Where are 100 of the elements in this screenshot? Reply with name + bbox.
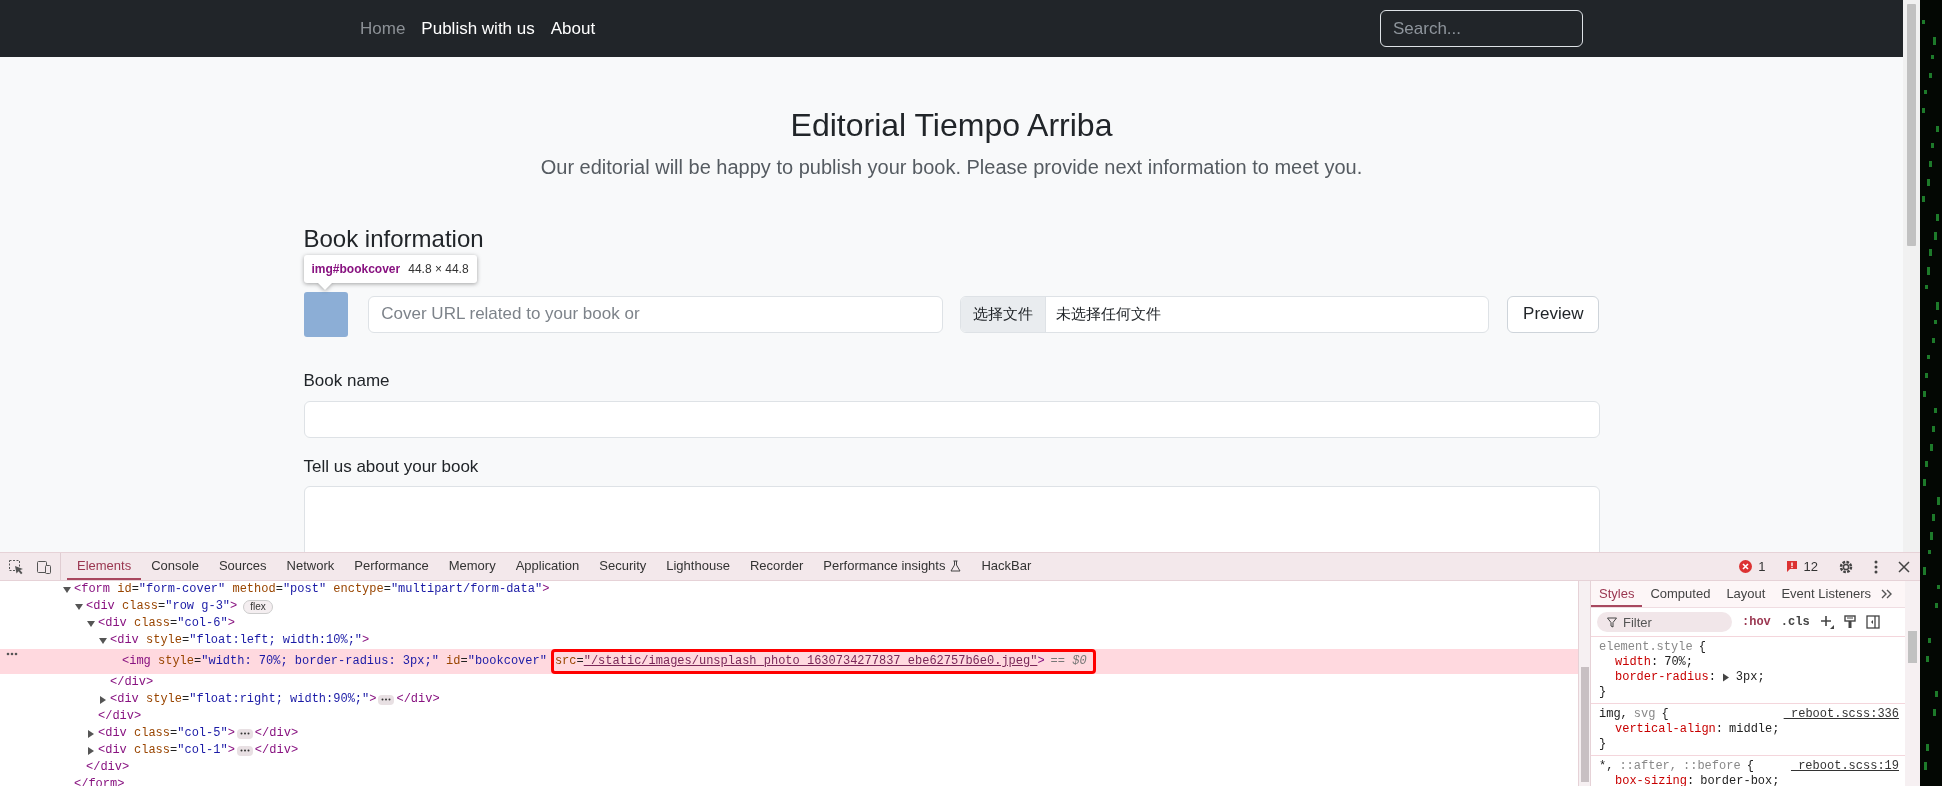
new-rule-icon[interactable] <box>1819 615 1834 629</box>
devtools-tab[interactable]: Sources <box>208 553 277 580</box>
css-property[interactable]: border-radius: <box>1615 670 1716 685</box>
nav-link[interactable]: Publish with us <box>413 10 543 47</box>
ellipsis-icon <box>239 749 250 752</box>
styles-scrollbar[interactable] <box>1905 581 1920 786</box>
dom-tree-row[interactable]: <div class="col-1"> </div> <box>0 742 1578 759</box>
devtools-tab[interactable]: Performance insights <box>813 553 972 580</box>
error-count[interactable]: 1 <box>1758 559 1766 574</box>
code-line: <div class="col-1"> <box>98 742 235 759</box>
code-line: <div class="col-5"> <box>98 725 235 742</box>
disclosure-triangle-icon[interactable] <box>98 694 108 705</box>
devtools-tab[interactable]: Network <box>276 553 345 580</box>
more-tabs-icon[interactable] <box>1881 589 1894 599</box>
error-icon[interactable] <box>1739 560 1753 573</box>
css-property[interactable]: box-sizing: <box>1615 774 1695 786</box>
close-icon[interactable] <box>1898 560 1910 573</box>
field-label: Book name <box>303 369 391 392</box>
page-title: Editorial Tiempo Arriba <box>789 106 1114 144</box>
css-selector: { <box>1661 707 1669 722</box>
css-selector: ::after, <box>1619 759 1677 774</box>
styles-tab[interactable]: Layout <box>1718 581 1774 607</box>
css-value[interactable]: 70%; <box>1664 655 1694 670</box>
code-line: <div class="row g-3"> <box>86 598 238 615</box>
code-line: <form id="form-cover" method="post" enctype="multipart/form-data"> <box>74 581 550 598</box>
dom-tree-row[interactable]: <div style="float:right; width:90%;"> </div> <box>0 691 1578 708</box>
search-field[interactable]: Search... <box>1380 10 1583 47</box>
css-property[interactable]: width: <box>1615 655 1659 670</box>
css-value[interactable]: 3px; <box>1735 670 1765 685</box>
page-scrollbar[interactable] <box>1903 0 1920 552</box>
message-icon[interactable] <box>1785 560 1798 573</box>
dom-tree-row[interactable]: <img style="width: 70%; border-radius: 3px;" id="bookcover" src="/static/images/unsplash_photo_1630734277837_ebe62757b6e0.jpeg"> == $0 <box>0 649 1578 674</box>
flex-badge[interactable]: flex <box>243 599 273 614</box>
style-toggle[interactable]: .cls <box>1780 615 1810 629</box>
dom-tree-row[interactable]: <div class="col-6"> <box>0 615 1578 632</box>
css-selector: *, <box>1599 759 1614 774</box>
devtools-tab[interactable]: Application <box>505 553 590 580</box>
disclosure-triangle-icon[interactable] <box>74 601 84 612</box>
photo-placeholder <box>303 292 349 337</box>
code-line: </div> <box>110 674 154 691</box>
src-attribute-link[interactable]: src="/static/images/unsplash_photo_1630734277837_ebe62757b6e0.jpeg"> <box>554 653 1045 670</box>
device-toolbar-icon[interactable] <box>36 558 52 575</box>
more-options-icon[interactable] <box>1874 559 1878 574</box>
preview-button[interactable]: Preview <box>1507 295 1600 333</box>
nav-link[interactable]: About <box>542 10 604 47</box>
console-reference: == $0 <box>1050 653 1087 670</box>
code-line: </div> <box>396 691 440 708</box>
text-field[interactable] <box>303 400 1600 438</box>
css-value[interactable]: middle; <box>1729 722 1780 737</box>
dom-tree-row[interactable]: <div class="col-5"> </div> <box>0 725 1578 742</box>
element-size: 44.8 × 44.8 <box>408 261 469 277</box>
devtools-tab[interactable]: Performance <box>344 553 439 580</box>
rule-closing-brace: } <box>1599 685 1608 700</box>
devtools-tab[interactable]: Console <box>141 553 209 580</box>
cover-url-field[interactable]: Cover URL related to your book or <box>368 295 944 333</box>
dom-tree-row[interactable]: <form id="form-cover" method="post" enctype="multipart/form-data"> <box>0 581 1578 598</box>
source-link[interactable]: _reboot.scss:19 <box>1790 759 1899 774</box>
style-toggle[interactable]: :hov <box>1742 615 1771 629</box>
ellipsis-button[interactable] <box>236 728 253 739</box>
devtools-tab[interactable]: HackBar <box>971 553 1042 580</box>
css-property[interactable]: vertical-align: <box>1615 722 1724 737</box>
devtools-tab[interactable]: Recorder <box>739 553 814 580</box>
dom-tree-row[interactable]: <div class="row g-3"> flex <box>0 598 1578 615</box>
code-line: </div> <box>254 742 299 759</box>
file-input[interactable]: 选择文件 未选择任何文件 <box>960 295 1490 333</box>
inspect-element-icon[interactable] <box>8 558 24 575</box>
choose-file-button[interactable]: 选择文件 <box>961 296 1047 332</box>
ellipsis-button[interactable] <box>236 745 253 756</box>
elements-scrollbar[interactable] <box>1578 581 1590 786</box>
devtools-tab[interactable]: Security <box>589 553 657 580</box>
source-link[interactable]: _reboot.scss:336 <box>1783 707 1899 722</box>
disclosure-triangle-icon[interactable] <box>62 584 72 595</box>
ellipsis-button[interactable] <box>378 694 395 705</box>
css-selector: element.style <box>1599 640 1693 655</box>
filter-placeholder: Filter <box>1623 614 1652 630</box>
disclosure-triangle-icon[interactable] <box>86 728 96 739</box>
disclosure-triangle-icon[interactable] <box>98 635 108 646</box>
disclosure-triangle-icon[interactable] <box>86 745 96 756</box>
filter-field[interactable]: Filter <box>1597 612 1732 632</box>
page-subtitle: Our editorial will be happy to publish your book. Please provide next information to meet you. <box>539 155 1364 179</box>
styles-tab[interactable]: Computed <box>1642 581 1719 607</box>
css-selector: { <box>1746 759 1754 774</box>
paint-roller-icon[interactable] <box>1843 615 1856 629</box>
devtools-tab[interactable]: Memory <box>438 553 506 580</box>
css-value[interactable]: border-box; <box>1700 774 1780 786</box>
disclosure-triangle-icon[interactable] <box>86 618 96 629</box>
flask-icon <box>950 559 962 572</box>
styles-tab[interactable]: Styles <box>1591 581 1643 607</box>
nav-link[interactable]: Home <box>352 10 414 47</box>
row-menu-icon[interactable] <box>6 652 18 656</box>
section-title: Book information <box>303 224 485 253</box>
sidebar-toggle-icon[interactable] <box>1865 615 1880 629</box>
code-line: <div style="float:right; width:90%;"> <box>110 691 377 708</box>
settings-icon[interactable] <box>1838 558 1854 575</box>
dom-tree-row[interactable]: <div style="float:left; width:10%;"> <box>0 632 1578 649</box>
expand-triangle-icon[interactable] <box>1721 673 1730 682</box>
ellipsis-icon <box>381 698 392 701</box>
styles-tab[interactable]: Event Listeners <box>1773 581 1880 607</box>
devtools-tab[interactable]: Lighthouse <box>656 553 740 580</box>
message-count[interactable]: 12 <box>1803 559 1818 574</box>
